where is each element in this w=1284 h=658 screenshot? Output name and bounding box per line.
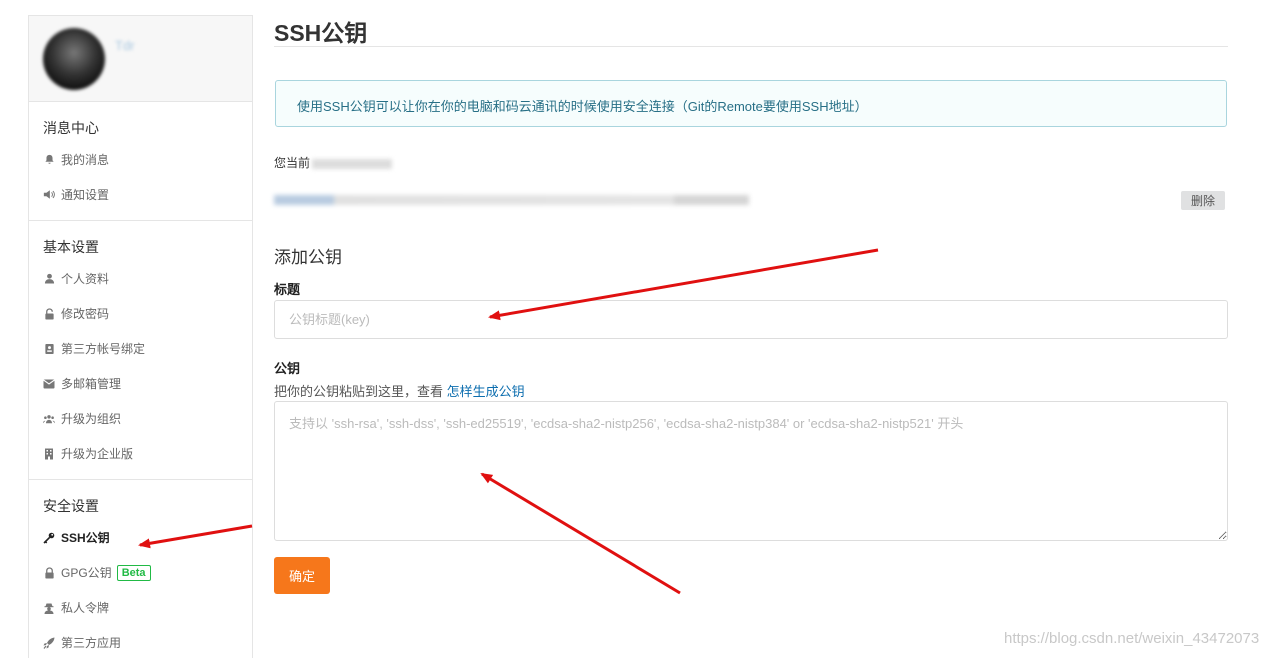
id-card-icon [43,343,55,355]
title-field-label: 标题 [274,282,301,297]
hint-text: 把你的公钥粘贴到这里，查看 [274,384,444,399]
group-title: 消息中心 [43,120,99,136]
sidebar-item-upgrade-organization[interactable]: 升级为组织 [29,401,252,436]
building-icon [43,448,55,460]
sidebar-item-ssh-keys[interactable]: SSH公钥 [29,520,252,555]
key-icon [43,532,55,544]
sidebar-item-label: 我的消息 [61,153,110,167]
sidebar-item-label: 升级为组织 [61,412,122,426]
group-security: 安全设置 SSH公钥 GPG公钥 Beta 私人令牌 第三方应用 [29,480,252,658]
redacted-key-fingerprint [274,195,749,205]
sidebar-item-notification-settings[interactable]: 通知设置 [29,177,252,212]
user-icon [43,273,55,285]
unlock-icon [43,307,55,320]
sidebar-item-label: 多邮箱管理 [61,377,122,391]
sidebar-item-profile[interactable]: 个人资料 [29,261,252,296]
avatar[interactable] [43,28,105,90]
sidebar-item-upgrade-enterprise[interactable]: 升级为企业版 [29,436,252,471]
group-basic: 基本设置 个人资料 修改密码 第三方帐号绑定 多邮箱管理 升级为组织 升级为企业… [29,221,252,480]
info-message: 使用SSH公钥可以让你在你的电脑和码云通讯的时候使用安全连接（Git的Remot… [275,80,1227,127]
username[interactable]: Tdr [115,38,135,53]
sidebar-item-label: 通知设置 [61,188,110,202]
sidebar-item-third-party-binding[interactable]: 第三方帐号绑定 [29,331,252,366]
bell-icon [43,154,55,166]
sidebar-item-personal-tokens[interactable]: 私人令牌 [29,590,252,625]
settings-sidebar: Tdr 消息中心 我的消息 通知设置 基本设置 个人资料 修改密码 第三方帐号绑… [28,15,253,658]
how-to-generate-key-link[interactable]: 怎样生成公钥 [447,384,525,399]
sidebar-item-gpg-keys[interactable]: GPG公钥 Beta [29,555,252,590]
profile-header: Tdr [29,16,252,102]
key-field-hint: 把你的公钥粘贴到这里，查看 怎样生成公钥 [274,381,525,400]
sidebar-item-label: 升级为企业版 [61,447,134,461]
ssh-key-row: 删除 [274,190,1228,212]
group-title: 基本设置 [43,239,99,255]
public-key-textarea[interactable] [274,401,1228,541]
current-keys-label-text: 您当前 [274,156,311,170]
users-icon [43,413,55,425]
current-keys-label: 您当前 [274,154,393,171]
lock-icon [43,566,55,579]
add-key-section-title: 添加公钥 [274,248,342,267]
sidebar-item-label: 个人资料 [61,272,110,286]
submit-button[interactable]: 确定 [274,557,330,594]
group-title: 安全设置 [43,498,99,514]
sidebar-item-email-management[interactable]: 多邮箱管理 [29,366,252,401]
page-title: SSH公钥 [274,20,368,46]
sidebar-item-change-password[interactable]: 修改密码 [29,296,252,331]
sidebar-item-third-party-apps[interactable]: 第三方应用 [29,625,252,658]
sidebar-item-my-messages[interactable]: 我的消息 [29,142,252,177]
sidebar-item-label: 第三方帐号绑定 [61,342,146,356]
group-messages: 消息中心 我的消息 通知设置 [29,102,252,221]
envelope-icon [43,378,55,390]
sidebar-item-label: SSH公钥 [61,531,110,545]
delete-key-button[interactable]: 删除 [1181,191,1225,210]
user-secret-icon [43,602,55,614]
key-field-label: 公钥 [274,361,301,376]
sidebar-item-label: 私人令牌 [61,601,110,615]
redacted-text [312,158,393,169]
key-title-input[interactable] [274,300,1228,339]
sidebar-item-label: 第三方应用 [61,636,122,650]
rocket-icon [43,637,55,649]
title-divider [274,46,1228,47]
sidebar-item-label: GPG公钥 [61,566,112,580]
beta-badge: Beta [116,564,151,581]
speaker-icon [43,189,55,201]
sidebar-item-label: 修改密码 [61,307,110,321]
watermark: https://blog.csdn.net/weixin_43472073 [1004,630,1260,647]
